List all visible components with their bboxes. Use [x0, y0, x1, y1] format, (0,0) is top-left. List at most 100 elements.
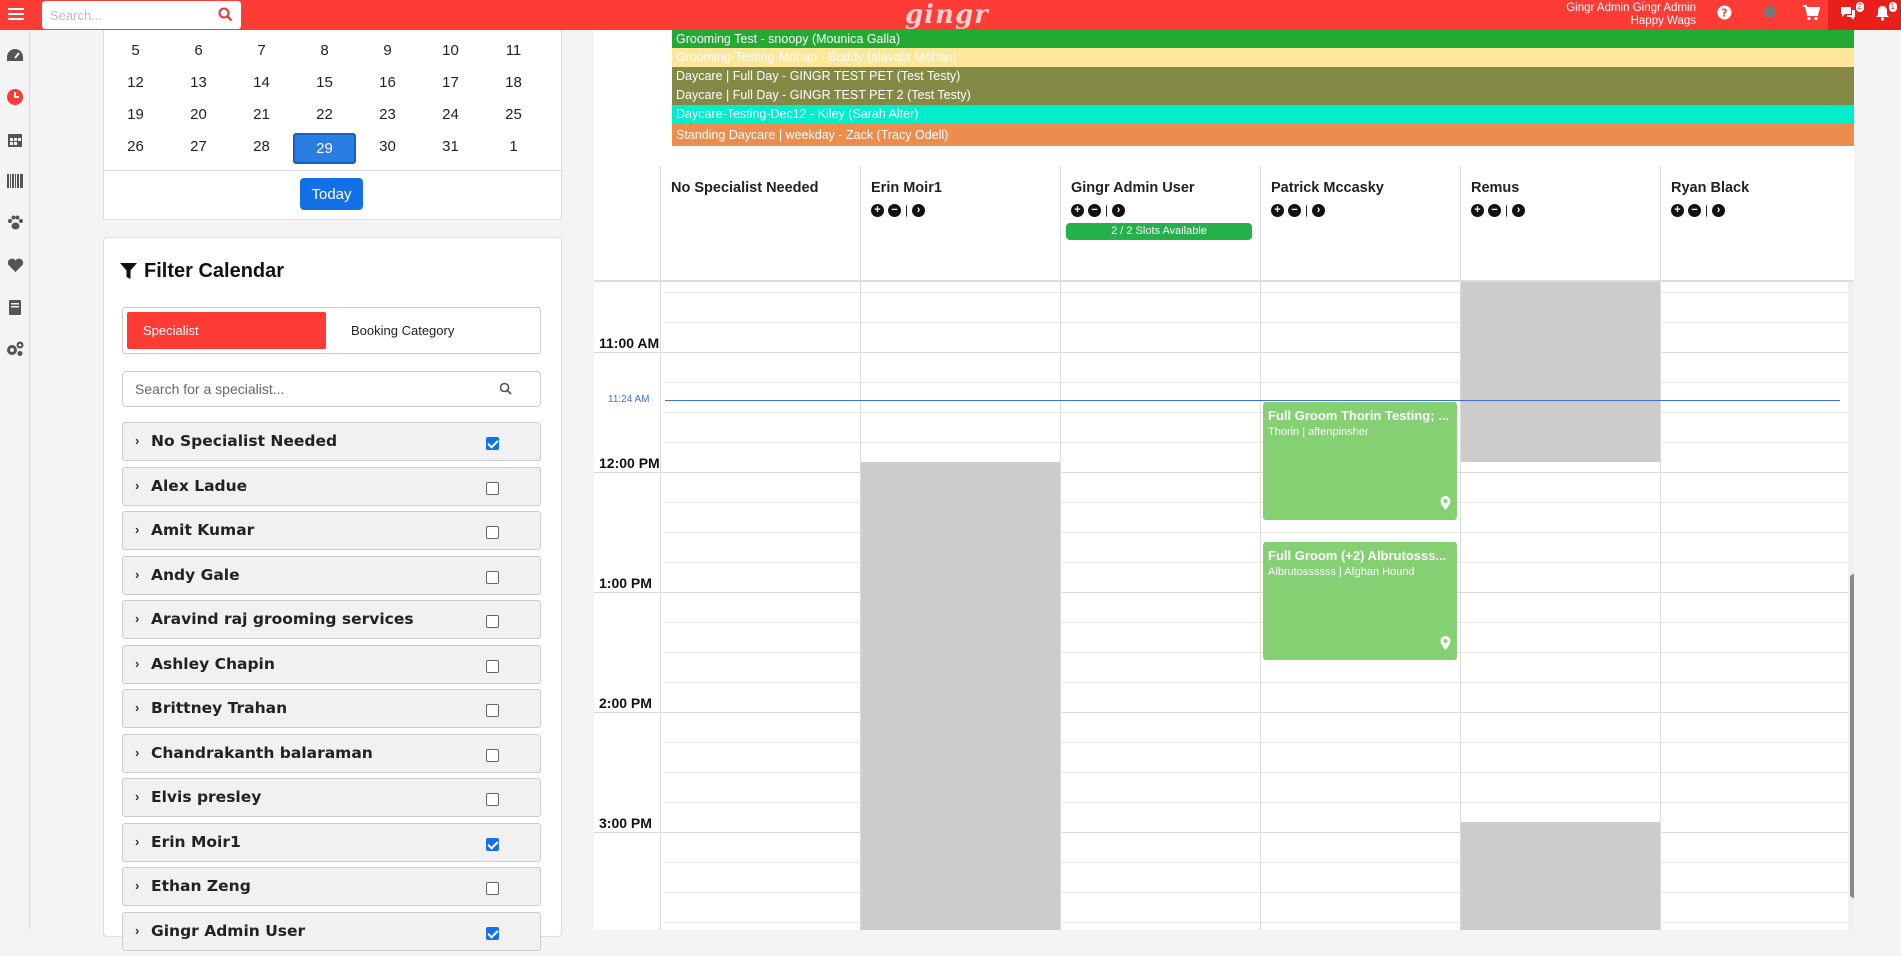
next-circle-icon[interactable]: ›	[1312, 203, 1326, 217]
chevron-right-icon[interactable]: ›	[135, 478, 139, 493]
specialist-item[interactable]: › Amit Kumar	[122, 511, 541, 550]
chevron-right-icon[interactable]: ›	[135, 567, 139, 582]
user-info[interactable]: Gingr Admin Gingr Admin Happy Wags	[1566, 2, 1696, 28]
specialist-item[interactable]: › Ethan Zeng	[122, 867, 541, 906]
specialist-checkbox[interactable]	[486, 793, 499, 806]
calendar-day[interactable]: 24	[419, 106, 482, 123]
calendar-day[interactable]: 9	[356, 42, 419, 59]
add-circle-icon[interactable]: +	[1271, 203, 1284, 217]
location-pin-icon[interactable]	[1440, 636, 1451, 655]
calendar-day[interactable]: 26	[104, 133, 167, 164]
help-icon[interactable]: ?	[1717, 5, 1732, 24]
specialist-item[interactable]: › Brittney Trahan	[122, 689, 541, 728]
dashboard-icon[interactable]	[5, 45, 25, 65]
add-circle-icon[interactable]: +	[871, 203, 884, 217]
minus-circle-icon[interactable]: −	[1688, 203, 1701, 217]
next-circle-icon[interactable]: ›	[1112, 203, 1126, 217]
calendar-day[interactable]: 22	[293, 106, 356, 123]
calendar-day[interactable]: 14	[230, 74, 293, 91]
tab-booking-category[interactable]: Booking Category	[351, 312, 454, 349]
specialist-checkbox[interactable]	[486, 437, 499, 450]
chevron-right-icon[interactable]: ›	[135, 433, 139, 448]
specialist-item[interactable]: › Alex Ladue	[122, 466, 541, 506]
book-icon[interactable]	[5, 297, 25, 317]
calendar-day[interactable]: 13	[167, 74, 230, 91]
calendar-day[interactable]: 23	[356, 106, 419, 123]
calendar-day[interactable]: 11	[482, 42, 545, 59]
paw-icon[interactable]	[5, 213, 25, 233]
specialist-checkbox[interactable]	[486, 481, 499, 495]
specialist-item[interactable]: › Elvis presley	[122, 778, 541, 817]
specialist-item[interactable]: › No Specialist Needed	[122, 422, 541, 461]
calendar-day[interactable]: 7	[230, 42, 293, 59]
time-grid[interactable]: 11:00 AM 12:00 PM 1:00 PM 2:00 PM 3:00 PM 11:…	[594, 282, 1848, 930]
all-day-event-bar[interactable]: Grooming Test - snoopy (Mounica Galla)	[672, 30, 1854, 49]
specialist-checkbox[interactable]	[486, 837, 499, 851]
chevron-right-icon[interactable]: ›	[135, 611, 139, 626]
chevron-right-icon[interactable]: ›	[135, 745, 139, 760]
specialist-search-input[interactable]	[123, 372, 483, 406]
calendar-day[interactable]: 31	[419, 133, 482, 164]
calendar-day[interactable]: 16	[356, 74, 419, 91]
barcode-icon[interactable]	[5, 171, 25, 191]
chevron-right-icon[interactable]: ›	[135, 789, 139, 804]
chevron-right-icon[interactable]: ›	[135, 878, 139, 893]
calendar-day[interactable]: 27	[167, 133, 230, 164]
add-circle-icon[interactable]: +	[1471, 203, 1484, 217]
chevron-right-icon[interactable]: ›	[135, 522, 139, 537]
all-day-event-bar[interactable]: Standing Daycare | weekday - Zack (Tracy…	[672, 124, 1854, 146]
next-circle-icon[interactable]: ›	[1512, 203, 1526, 217]
calendar-day[interactable]: 1	[482, 133, 545, 164]
chevron-right-icon[interactable]: ›	[135, 700, 139, 715]
calendar-day[interactable]: 28	[230, 133, 293, 164]
calendar-day[interactable]: 6	[167, 42, 230, 59]
all-day-event-bar[interactable]: Daycare-Testing-Dec12 - Kiley (Sarah Alt…	[672, 105, 1854, 124]
minus-circle-icon[interactable]: −	[1488, 203, 1501, 217]
tab-specialist[interactable]: Specialist	[127, 312, 326, 349]
search-icon[interactable]	[218, 7, 233, 27]
heart-icon[interactable]	[5, 255, 25, 275]
calendar-day[interactable]: 21	[230, 106, 293, 123]
calendar-day[interactable]: 18	[482, 74, 545, 91]
specialist-checkbox[interactable]	[486, 615, 499, 628]
calendar-icon[interactable]	[5, 129, 25, 149]
specialist-checkbox[interactable]	[486, 926, 499, 940]
specialist-checkbox[interactable]	[486, 748, 499, 762]
calendar-day[interactable]: 17	[419, 74, 482, 91]
calendar-day[interactable]: 20	[167, 106, 230, 123]
chat-icon[interactable]: 2	[1839, 2, 1864, 25]
calendar-day[interactable]: 5	[104, 42, 167, 59]
specialist-item[interactable]: › Erin Moir1	[122, 822, 541, 862]
specialist-item[interactable]: › Aravind raj grooming services	[122, 600, 541, 639]
calendar-day[interactable]: 10	[419, 42, 482, 59]
status-dot-icon[interactable]	[1763, 5, 1777, 23]
all-day-event-bar[interactable]: Daycare | Full Day - GINGR TEST PET 2 (T…	[672, 86, 1854, 105]
bell-icon[interactable]: 1	[1875, 2, 1897, 25]
calendar-day[interactable]: 15	[293, 74, 356, 91]
specialist-checkbox[interactable]	[486, 659, 499, 673]
calendar-day[interactable]: 25	[482, 106, 545, 123]
calendar-day-selected[interactable]: 29	[293, 133, 356, 164]
hamburger-menu-icon[interactable]	[4, 3, 28, 27]
add-circle-icon[interactable]: +	[1671, 203, 1684, 217]
settings-gears-icon[interactable]	[5, 339, 25, 359]
next-circle-icon[interactable]: ›	[912, 203, 926, 217]
specialist-item[interactable]: › Ashley Chapin	[122, 644, 541, 684]
all-day-event-bar[interactable]: Daycare | Full Day - GINGR TEST PET (Tes…	[672, 67, 1854, 86]
all-day-event-bar[interactable]: Grooming-Testing-Mohan - Buddy (alavala …	[672, 48, 1854, 67]
specialist-checkbox[interactable]	[486, 526, 499, 539]
minus-circle-icon[interactable]: −	[1088, 203, 1101, 217]
chevron-right-icon[interactable]: ›	[135, 656, 139, 671]
appointment-card[interactable]: Full Groom Thorin Testing; ... Thorin | a…	[1263, 402, 1457, 520]
specialist-checkbox[interactable]	[486, 704, 499, 717]
specialist-checkbox[interactable]	[486, 882, 499, 895]
add-circle-icon[interactable]: +	[1071, 203, 1084, 217]
minus-circle-icon[interactable]: −	[1288, 203, 1301, 217]
chevron-right-icon[interactable]: ›	[135, 834, 139, 849]
specialist-item[interactable]: › Andy Gale	[122, 555, 541, 595]
clock-icon[interactable]	[5, 87, 25, 107]
minus-circle-icon[interactable]: −	[888, 203, 901, 217]
global-search-input[interactable]	[42, 1, 202, 29]
gingr-logo[interactable]: gingr	[905, 0, 989, 30]
today-button[interactable]: Today	[300, 178, 363, 210]
